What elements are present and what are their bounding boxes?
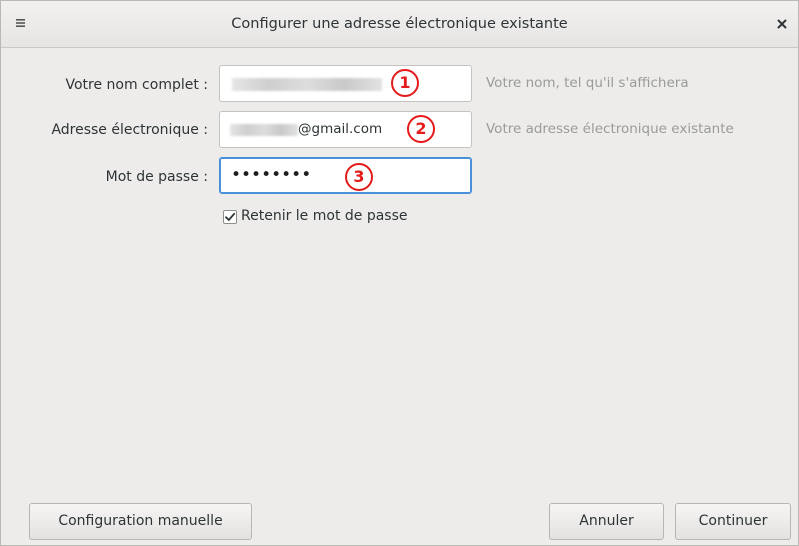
title-bar: Configurer une adresse électronique exis… bbox=[1, 1, 798, 48]
email-hint: Votre adresse électronique existante bbox=[486, 121, 734, 137]
annotation-badge-1: 1 bbox=[391, 69, 419, 97]
password-value: •••••••• bbox=[231, 165, 312, 185]
annotation-badge-2: 2 bbox=[407, 115, 435, 143]
manual-config-button[interactable]: Configuration manuelle bbox=[29, 503, 252, 540]
name-label: Votre nom complet : bbox=[65, 77, 208, 93]
blurred-email-user bbox=[230, 124, 298, 136]
email-value: @gmail.com bbox=[298, 121, 383, 137]
window-title: Configurer une adresse électronique exis… bbox=[231, 16, 568, 32]
checkmark-icon bbox=[225, 212, 236, 221]
close-icon[interactable] bbox=[774, 16, 790, 32]
continue-button[interactable]: Continuer bbox=[675, 503, 791, 540]
remember-password-label[interactable]: Retenir le mot de passe bbox=[241, 208, 408, 224]
email-label: Adresse électronique : bbox=[51, 122, 208, 138]
annotation-badge-3: 3 bbox=[345, 163, 373, 191]
password-label: Mot de passe : bbox=[105, 169, 208, 185]
dialog-window: Configurer une adresse électronique exis… bbox=[0, 0, 799, 546]
cancel-button[interactable]: Annuler bbox=[549, 503, 664, 540]
blurred-name-value bbox=[232, 78, 382, 91]
full-name-input[interactable] bbox=[219, 65, 472, 102]
hamburger-menu-icon[interactable] bbox=[13, 15, 29, 31]
remember-password-checkbox[interactable] bbox=[223, 210, 237, 224]
name-hint: Votre nom, tel qu'il s'affichera bbox=[486, 75, 689, 91]
